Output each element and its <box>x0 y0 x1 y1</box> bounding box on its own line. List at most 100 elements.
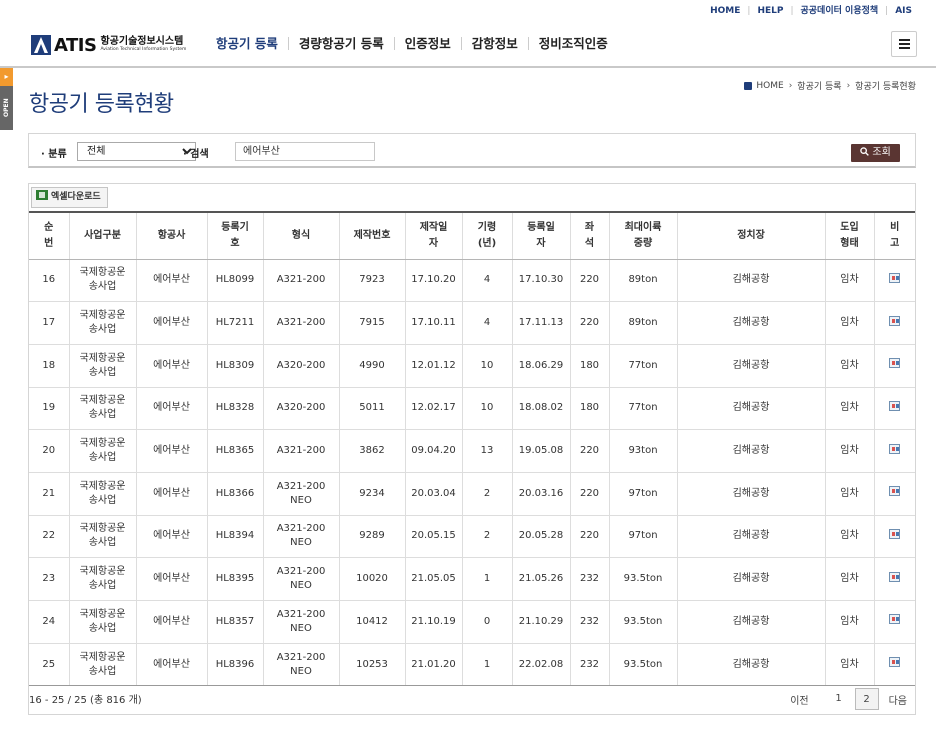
pagination-prev[interactable]: 이전 <box>790 692 808 707</box>
memo-icon[interactable] <box>889 400 901 411</box>
nav-certification-info[interactable]: 인증정보 <box>395 37 462 50</box>
column-header: 비고 <box>874 211 915 260</box>
table-cell: 김해공항 <box>677 515 826 559</box>
utility-link-help[interactable]: HELP <box>757 6 783 16</box>
memo-icon[interactable] <box>889 657 901 668</box>
breadcrumb: HOME › 항공기 등록 › 항공기 등록현황 <box>744 79 916 92</box>
table-cell: 232 <box>570 557 610 601</box>
table-cell: 25 <box>29 643 70 687</box>
memo-cell <box>874 387 915 431</box>
chevron-right-icon: › <box>846 80 851 91</box>
column-header: 형식 <box>263 211 340 260</box>
table-cell: 김해공항 <box>677 301 826 345</box>
column-header: 도입 형태 <box>825 211 875 260</box>
hamburger-menu-button[interactable] <box>891 31 917 57</box>
table-cell: 97ton <box>609 472 678 516</box>
keyword-input[interactable]: 에어부산 <box>235 142 375 161</box>
table-cell: 22 <box>29 515 70 559</box>
main-nav: 항공기 등록 경량항공기 등록 인증정보 감항정보 정비조직인증 <box>216 37 618 50</box>
table-cell: 7915 <box>339 301 406 345</box>
table-row[interactable]: 25 국제항공운 송사업 에어부산 HL8396 A321-200 NEO 10253 21.0… <box>29 643 915 687</box>
table-cell: HL8395 <box>207 557 264 601</box>
memo-icon[interactable] <box>889 272 901 283</box>
table-cell: A320-200 <box>263 344 340 388</box>
column-header: 정치장 <box>677 211 826 260</box>
aircraft-registration-table: 순 번 사업구분 항공사 등록기 호 형식 제작번호 제작일 자 기령 (년) 등록일 자 좌 석 최대이륙 중량… <box>29 211 915 687</box>
table-cell: 12.01.12 <box>405 344 463 388</box>
column-header: 제작번호 <box>339 211 406 260</box>
utility-link-ais[interactable]: AIS <box>895 6 912 16</box>
nav-light-aircraft-registration[interactable]: 경량항공기 등록 <box>289 37 395 50</box>
table-cell: 220 <box>570 301 610 345</box>
page-title: 항공기 등록현황 <box>29 92 174 117</box>
memo-icon[interactable] <box>889 315 901 326</box>
table-cell: 임차 <box>825 643 875 687</box>
column-header: 순번 <box>29 211 70 260</box>
table-cell: HL8394 <box>207 515 264 559</box>
table-row[interactable]: 22 국제항공운 송사업 에어부산 HL8394 A321-200 NEO 9289 20.05… <box>29 515 915 559</box>
table-row[interactable]: 23 국제항공운 송사업 에어부산 HL8395 A321-200 NEO 10020 21.0… <box>29 557 915 601</box>
table-cell: 국제항공운 송사업 <box>69 600 137 644</box>
pagination: 이전 1 2 다음 <box>790 688 907 710</box>
breadcrumb-home[interactable]: HOME <box>756 81 783 91</box>
memo-icon[interactable] <box>889 571 901 582</box>
table-cell: 김해공항 <box>677 259 826 303</box>
table-cell: 18.08.02 <box>512 387 571 431</box>
table-cell: 18.06.29 <box>512 344 571 388</box>
table-cell: 20.03.16 <box>512 472 571 516</box>
memo-icon[interactable] <box>889 528 901 539</box>
table-cell: 에어부산 <box>136 259 208 303</box>
breadcrumb-section[interactable]: 항공기 등록 <box>797 79 841 92</box>
side-open-tab[interactable]: ▸ OPEN <box>0 68 13 130</box>
memo-icon[interactable] <box>889 486 901 497</box>
results-panel: 엑셀다운로드 순 번 사업구분 항공사 등록기 호 형식 제작번호 제작일 자 기령 (년) 등록일 자 좌… <box>28 183 916 715</box>
home-icon <box>744 81 753 90</box>
table-cell: 에어부산 <box>136 515 208 559</box>
search-button[interactable]: 조회 <box>851 144 900 162</box>
nav-maintenance-org-cert[interactable]: 정비조직인증 <box>529 37 618 50</box>
memo-icon[interactable] <box>889 443 901 454</box>
atis-logo-icon <box>31 35 51 55</box>
table-cell: 20.05.15 <box>405 515 463 559</box>
nav-airworthiness-info[interactable]: 감항정보 <box>462 37 529 50</box>
chevron-right-icon: › <box>788 80 793 91</box>
pagination-next[interactable]: 다음 <box>889 692 907 707</box>
table-row[interactable]: 16 국제항공운 송사업 에어부산 HL8099 A321-200 7923 17.10.20… <box>29 259 915 303</box>
table-cell: 임차 <box>825 387 875 431</box>
table-cell: 21.05.26 <box>512 557 571 601</box>
utility-bar: HOME | HELP | 공공데이터 이용정책 | AIS <box>0 0 936 18</box>
table-cell: 국제항공운 송사업 <box>69 429 137 473</box>
table-cell: 임차 <box>825 515 875 559</box>
table-cell: 21.01.20 <box>405 643 463 687</box>
memo-icon[interactable] <box>889 358 901 369</box>
table-cell: 220 <box>570 515 610 559</box>
memo-icon[interactable] <box>889 614 901 625</box>
pagination-page-2-current[interactable]: 2 <box>854 688 879 710</box>
table-cell: 김해공항 <box>677 387 826 431</box>
table-row[interactable]: 18 국제항공운 송사업 에어부산 HL8309 A320-200 4990 12.01.12… <box>29 344 915 388</box>
table-cell: HL8309 <box>207 344 264 388</box>
utility-links: HOME | HELP | 공공데이터 이용정책 | AIS <box>710 3 912 16</box>
utility-link-home[interactable]: HOME <box>710 6 740 16</box>
table-cell: 김해공항 <box>677 643 826 687</box>
logo-subtitle: 항공기술정보시스템 Aviation Technical Information… <box>100 37 186 53</box>
table-row[interactable]: 24 국제항공운 송사업 에어부산 HL8357 A321-200 NEO 10412 21.1… <box>29 600 915 644</box>
site-logo[interactable]: ATIS 항공기술정보시스템 Aviation Technical Inform… <box>31 33 186 57</box>
category-select[interactable]: 전체 <box>77 142 196 161</box>
table-row[interactable]: 20 국제항공운 송사업 에어부산 HL8365 A321-200 3862 09.04.20… <box>29 429 915 473</box>
utility-link-open-data-policy[interactable]: 공공데이터 이용정책 <box>801 3 879 16</box>
table-cell: 21.10.29 <box>512 600 571 644</box>
table-row[interactable]: 17 국제항공운 송사업 에어부산 HL7211 A321-200 7915 17.10.11… <box>29 301 915 345</box>
table-row[interactable]: 19 국제항공운 송사업 에어부산 HL8328 A320-200 5011 12.02.17… <box>29 387 915 431</box>
table-cell: 국제항공운 송사업 <box>69 515 137 559</box>
table-cell: HL8099 <box>207 259 264 303</box>
pagination-page-1[interactable]: 1 <box>827 688 851 710</box>
logo-english-name: Aviation Technical Information System <box>100 47 187 53</box>
table-cell: 10412 <box>339 600 406 644</box>
table-cell: 김해공항 <box>677 344 826 388</box>
excel-download-button[interactable]: 엑셀다운로드 <box>31 187 108 208</box>
table-row[interactable]: 21 국제항공운 송사업 에어부산 HL8366 A321-200 NEO 9234 20.03… <box>29 472 915 516</box>
nav-aircraft-registration[interactable]: 항공기 등록 <box>216 37 289 50</box>
table-cell: 1 <box>462 643 513 687</box>
table-cell: 19.05.08 <box>512 429 571 473</box>
